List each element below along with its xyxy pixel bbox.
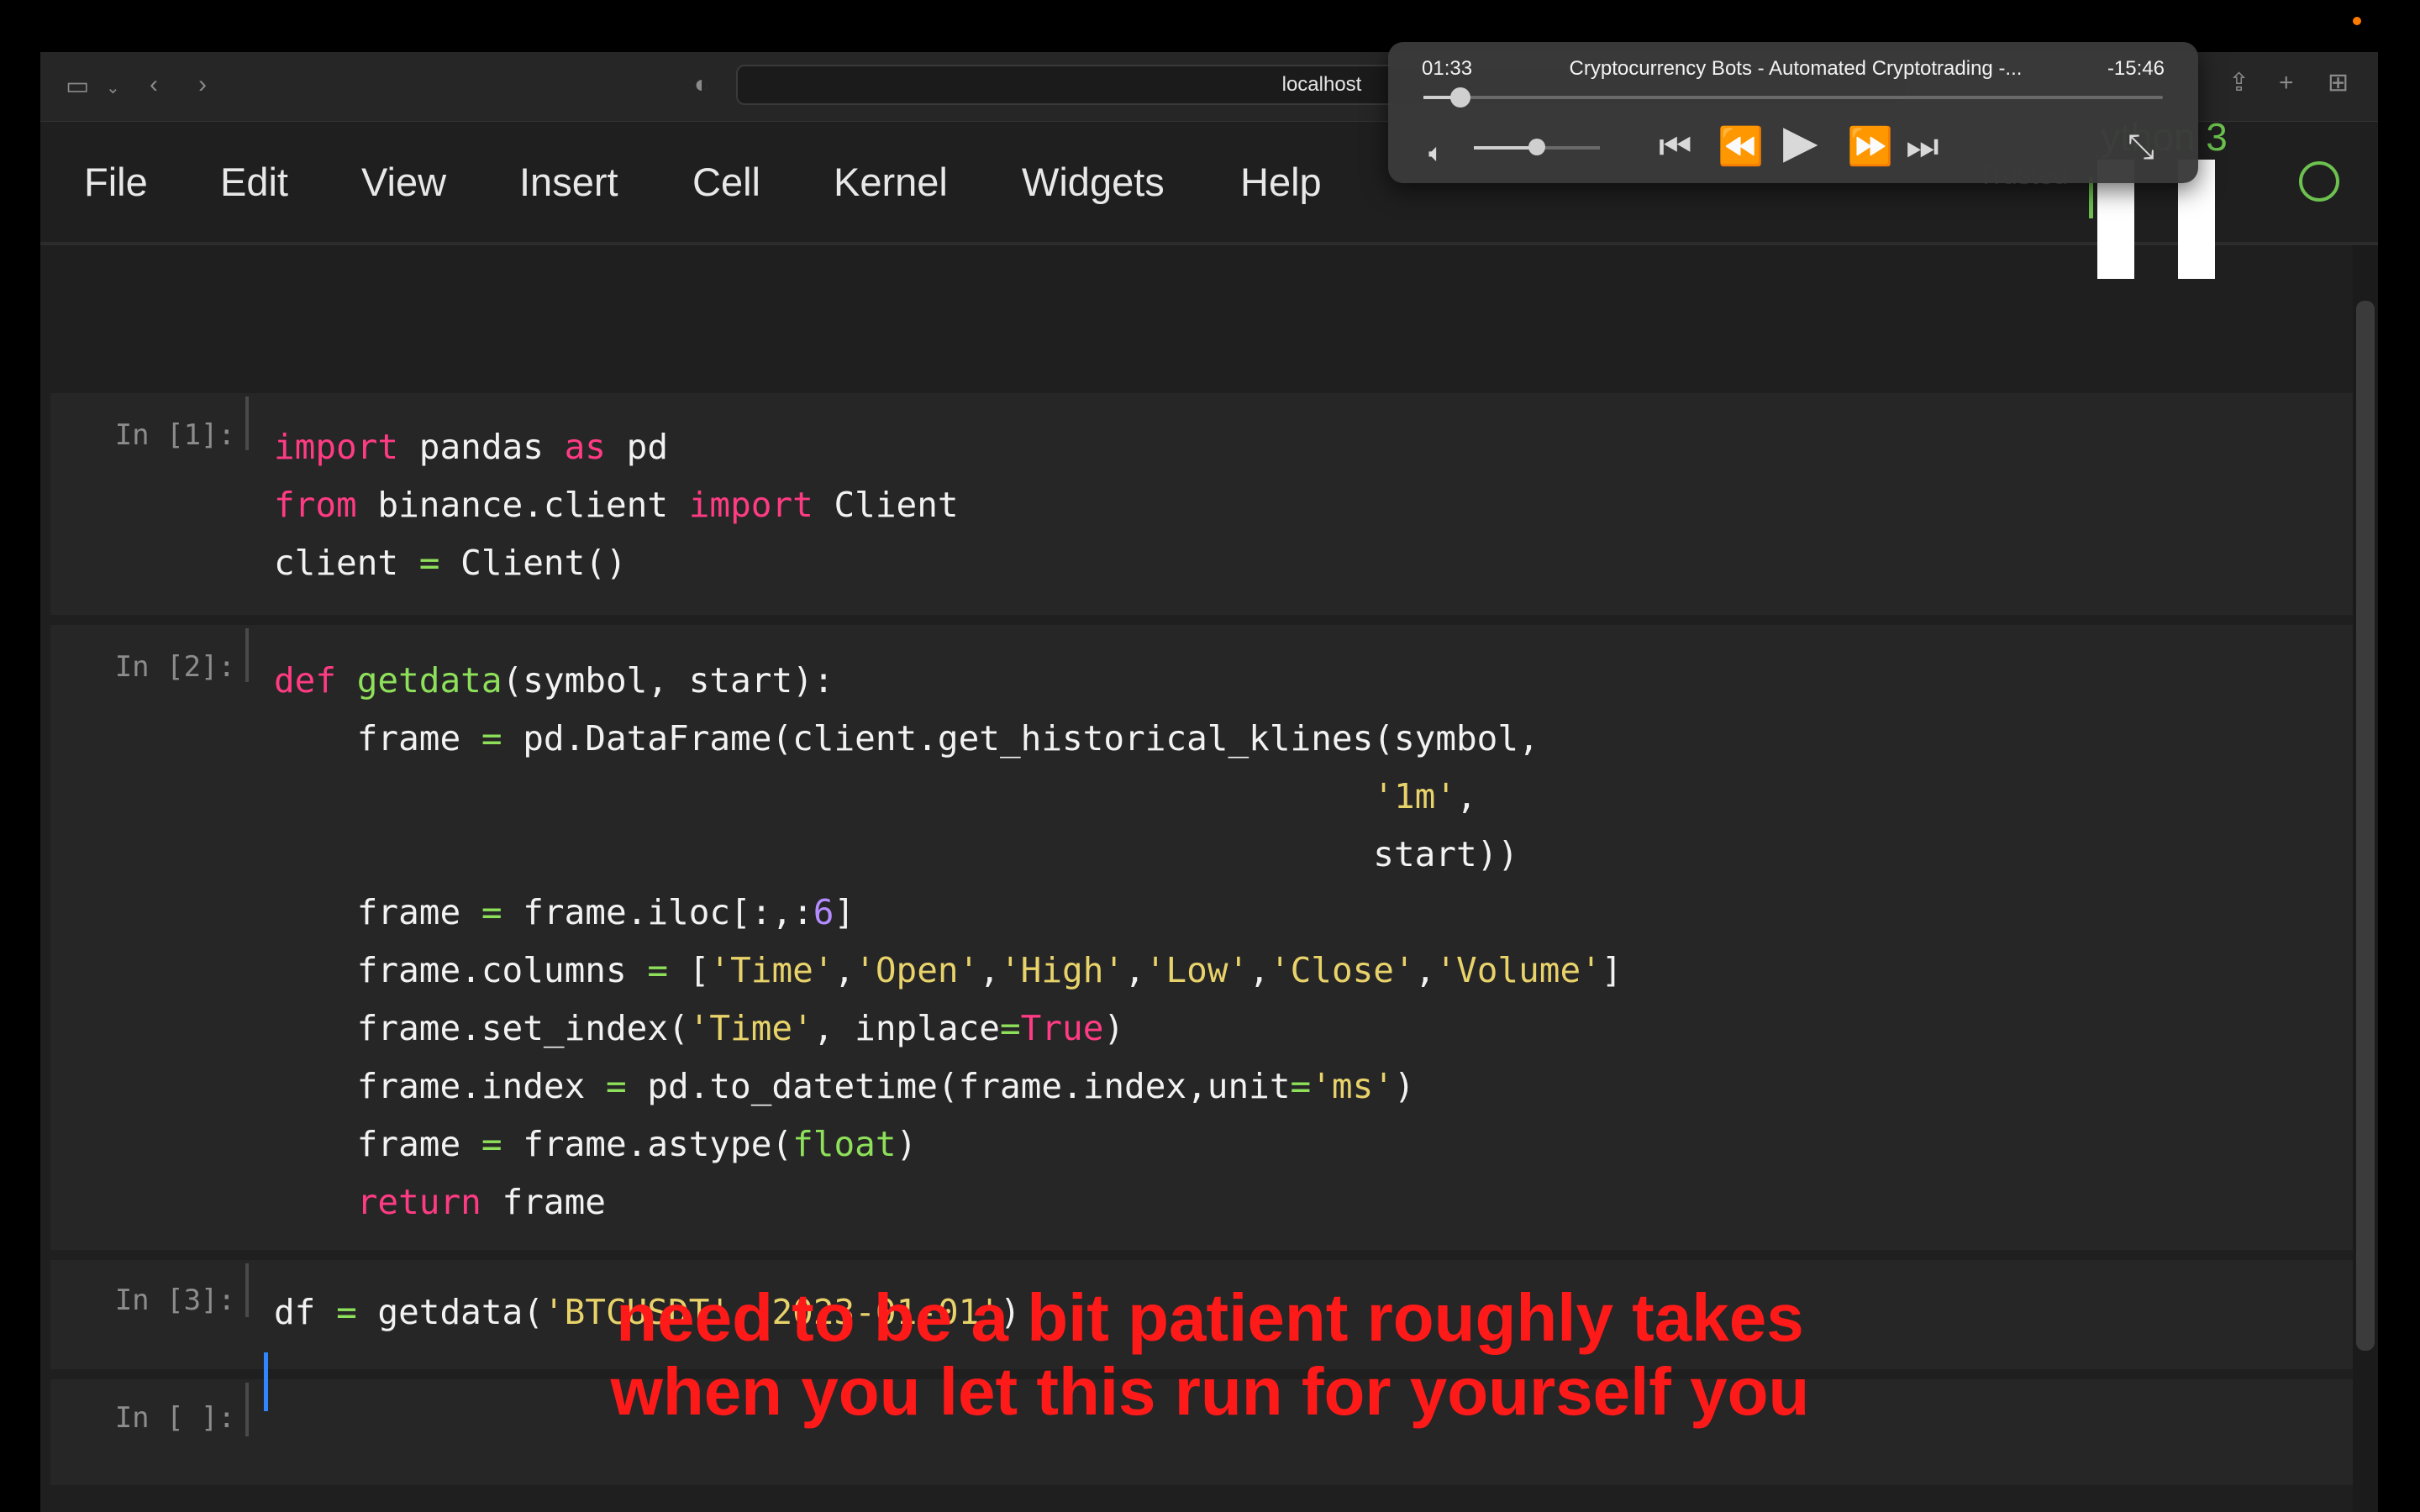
scrollbar-thumb[interactable] (2356, 301, 2375, 1351)
menu-view[interactable]: View (361, 160, 446, 205)
fast-forward-icon[interactable]: ⏩ (1847, 126, 1893, 168)
skip-forward-icon[interactable]: ⏭ (1906, 126, 1939, 168)
recording-indicator (2353, 17, 2361, 25)
volume-slider[interactable] (1474, 139, 1600, 155)
menu-kernel[interactable]: Kernel (834, 160, 948, 205)
video-player[interactable]: 01:33 Cryptocurrency Bots - Automated Cr… (1388, 42, 2198, 183)
volume-icon[interactable]: 🔈︎ (1428, 133, 1444, 175)
elapsed-time: 01:33 (1422, 57, 1473, 80)
subtitle-line-2: when you let this run for yourself you (610, 1354, 1810, 1429)
forward-icon[interactable]: › (198, 72, 207, 97)
chevron-down-icon[interactable]: ⌄ (106, 76, 120, 101)
menu-file[interactable]: File (84, 160, 148, 205)
tabs-icon[interactable]: ⊞ (2328, 71, 2349, 96)
shield-icon[interactable]: ◐ (694, 72, 709, 97)
menu-cell[interactable]: Cell (692, 160, 760, 205)
menu-insert[interactable]: Insert (519, 160, 618, 205)
menu-widgets[interactable]: Widgets (1022, 160, 1165, 205)
code-cell-1[interactable]: In [1]: import pandas as pd from binance… (50, 393, 2353, 615)
remaining-time: -15:46 (2107, 57, 2165, 80)
plus-icon[interactable]: + (2279, 71, 2294, 96)
subtitle-line-1: need to be a bit patient roughly takes (616, 1280, 1804, 1355)
back-icon[interactable]: ‹ (150, 72, 158, 97)
code-cell-2[interactable]: In [2]: def getdata(symbol, start): fram… (50, 625, 2353, 1250)
video-title: Cryptocurrency Bots - Automated Cryptotr… (1569, 57, 2023, 80)
rewind-icon[interactable]: ⏪ (1718, 126, 1764, 168)
cell-prompt: In [1]: (114, 418, 235, 452)
menu-edit[interactable]: Edit (220, 160, 288, 205)
code-editor[interactable]: def getdata(symbol, start): frame = pd.D… (274, 655, 1623, 1222)
menu-help[interactable]: Help (1240, 160, 1322, 205)
progress-knob[interactable] (1450, 87, 1470, 108)
kernel-status-icon (2299, 161, 2339, 202)
share-icon[interactable]: ⇪ (2228, 71, 2249, 96)
play-icon[interactable]: ▶ (1783, 119, 1818, 165)
progress-bar[interactable] (1423, 87, 2163, 108)
code-editor[interactable]: import pandas as pd from binance.client … (274, 422, 959, 623)
skip-back-icon[interactable]: ⏮ (1659, 126, 1692, 168)
volume-fill (1474, 146, 1537, 150)
volume-knob[interactable] (1528, 139, 1545, 155)
sidebar-icon[interactable]: ▭ (66, 74, 89, 99)
prompt-divider (245, 396, 249, 450)
cell-prompt: In [2]: (114, 650, 235, 684)
collapse-icon[interactable]: ⤡ (2128, 126, 2154, 168)
prompt-divider (245, 628, 249, 682)
